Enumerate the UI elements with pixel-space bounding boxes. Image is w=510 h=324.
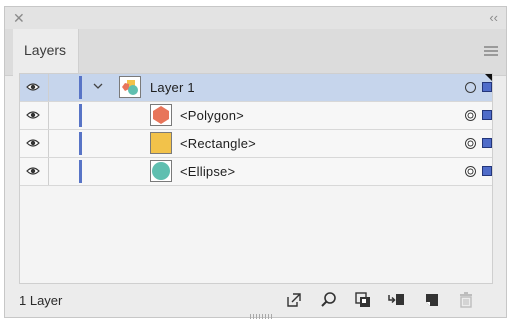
target-icon[interactable] (465, 166, 476, 177)
current-layer-indicator (485, 74, 492, 81)
collapse-icon[interactable]: ‹‹ (489, 9, 498, 27)
eye-icon[interactable] (26, 166, 40, 176)
panel-titlebar: ✕ ‹‹ (5, 7, 506, 30)
selection-indicator[interactable] (482, 110, 492, 120)
delete-icon (460, 292, 472, 308)
layer-color-bar (79, 160, 82, 183)
export-icon[interactable] (285, 291, 303, 309)
layer-color-bar (79, 76, 82, 99)
resize-grip[interactable] (250, 314, 272, 319)
layers-list: Layer 1 <Polygon> <Rectangle> <Ellipse> (19, 73, 493, 284)
object-name[interactable]: <Ellipse> (180, 164, 235, 179)
eye-icon[interactable] (26, 138, 40, 148)
target-icon[interactable] (465, 82, 476, 93)
layer-row-layer-1[interactable]: Layer 1 (20, 74, 492, 102)
layer-row-polygon[interactable]: <Polygon> (20, 102, 492, 130)
layer-color-bar (79, 104, 82, 127)
make-clipping-mask-icon[interactable] (354, 291, 372, 309)
rectangle-thumbnail (150, 132, 172, 154)
hamburger-icon[interactable] (484, 46, 498, 56)
object-name[interactable]: <Polygon> (180, 108, 244, 123)
tab-bar: Layers (5, 29, 506, 76)
target-icon[interactable] (465, 138, 476, 149)
tab-layers[interactable]: Layers (13, 29, 79, 76)
close-icon[interactable]: ✕ (13, 9, 25, 27)
target-icon[interactable] (465, 110, 476, 121)
selection-indicator[interactable] (482, 82, 492, 92)
tab-layers-label: Layers (24, 42, 67, 58)
panel-footer: 1 Layer (5, 283, 506, 317)
layer-count: 1 Layer (19, 293, 63, 308)
selection-indicator[interactable] (482, 166, 492, 176)
eye-icon[interactable] (26, 110, 40, 120)
new-layer-icon[interactable] (423, 291, 441, 309)
polygon-thumbnail (150, 104, 172, 126)
create-sublayer-icon[interactable] (387, 291, 405, 309)
locate-object-icon[interactable] (320, 291, 338, 309)
eye-icon[interactable] (26, 82, 40, 92)
layer-name[interactable]: Layer 1 (150, 80, 195, 95)
layer-row-rectangle[interactable]: <Rectangle> (20, 130, 492, 158)
chevron-down-icon[interactable] (93, 82, 103, 90)
layer-thumbnail (119, 76, 141, 98)
selection-indicator[interactable] (482, 138, 492, 148)
object-name[interactable]: <Rectangle> (180, 136, 256, 151)
layer-color-bar (79, 132, 82, 155)
layer-row-ellipse[interactable]: <Ellipse> (20, 158, 492, 186)
ellipse-thumbnail (150, 160, 172, 182)
layers-panel: ✕ ‹‹ Layers Layer 1 <Polygon> <Rectangle… (4, 6, 507, 319)
